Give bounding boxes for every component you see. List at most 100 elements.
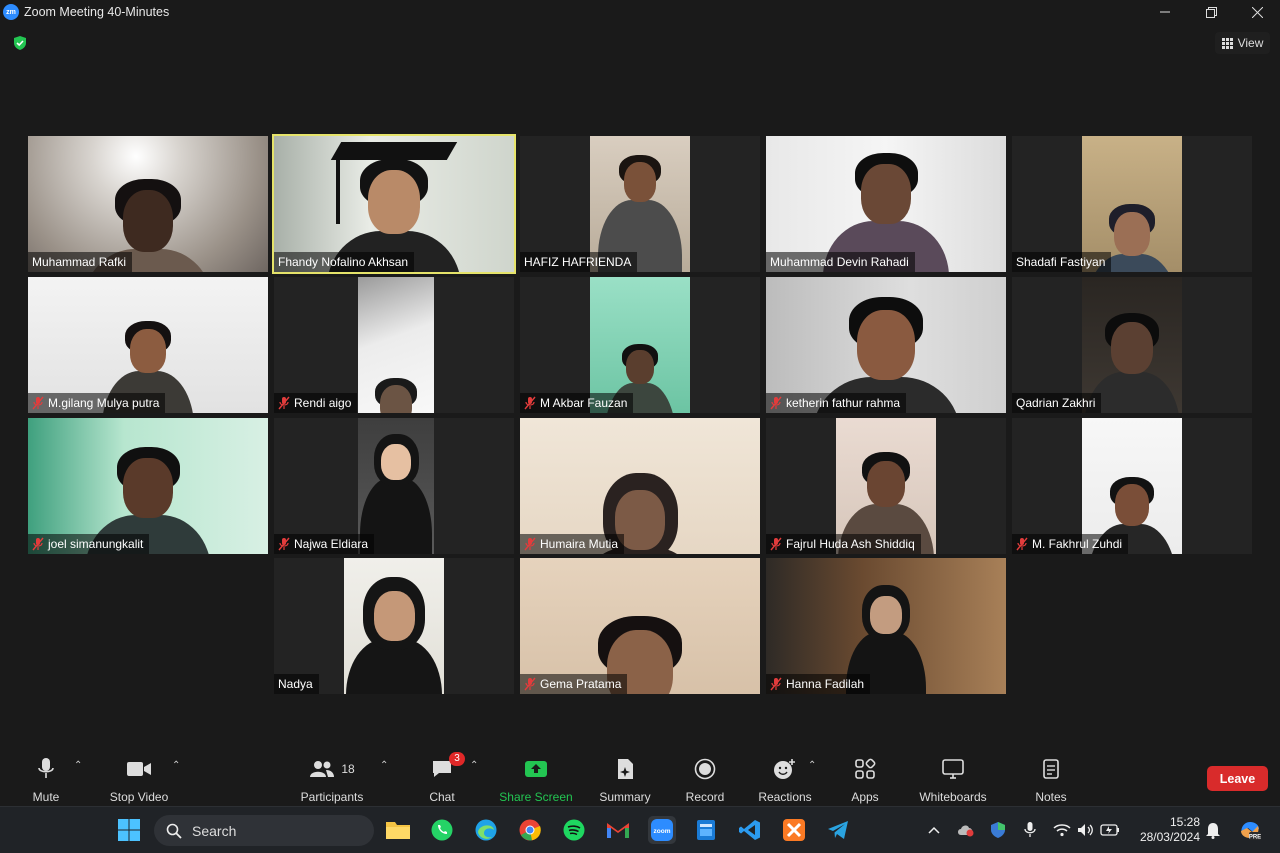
summary-icon xyxy=(618,759,633,779)
grid-view-icon xyxy=(1221,37,1233,49)
notes-button[interactable]: Notes xyxy=(1031,756,1071,804)
video-tile[interactable]: Shadafi Fastiyan xyxy=(1012,136,1252,272)
battery-tray[interactable] xyxy=(1100,820,1120,840)
participant-name: Fhandy Nofalino Akhsan xyxy=(278,255,409,269)
muted-mic-icon xyxy=(770,537,782,551)
start-button[interactable] xyxy=(115,816,143,844)
close-button[interactable] xyxy=(1234,0,1280,24)
record-button[interactable]: Record xyxy=(681,756,729,804)
restore-button[interactable] xyxy=(1188,0,1234,24)
participant-name: Qadrian Zakhri xyxy=(1016,396,1096,410)
chat-label: Chat xyxy=(429,790,455,804)
participant-name-tag: M.gilang Mulya putra xyxy=(28,393,166,413)
video-tile[interactable]: Muhammad Rafki xyxy=(28,136,268,272)
copilot-tray[interactable]: PRE xyxy=(1238,820,1262,840)
video-tile[interactable]: Najwa Eldiara xyxy=(274,418,514,554)
leave-button[interactable]: Leave xyxy=(1207,766,1268,791)
muted-mic-icon xyxy=(278,537,290,551)
chrome-app[interactable] xyxy=(516,816,544,844)
file-explorer-app[interactable] xyxy=(384,816,412,844)
video-options-caret[interactable]: ⌃ xyxy=(172,760,180,771)
spotify-app[interactable] xyxy=(560,816,588,844)
summary-label: Summary xyxy=(599,790,651,804)
participant-video xyxy=(358,277,434,413)
stop-video-button[interactable]: Stop Video xyxy=(103,756,175,804)
muted-mic-icon xyxy=(770,396,782,410)
system-clock[interactable]: 15:28 28/03/2024 xyxy=(1128,815,1200,845)
xampp-icon xyxy=(783,819,805,841)
video-tile[interactable]: Hanna Fadilah xyxy=(766,558,1006,694)
microphone-tray[interactable] xyxy=(1020,820,1040,840)
reactions-button[interactable]: Reactions xyxy=(756,756,814,804)
search-placeholder: Search xyxy=(192,822,237,839)
video-tile[interactable]: Fajrul Huda Ash Shiddiq xyxy=(766,418,1006,554)
video-tile[interactable]: Rendi aigo xyxy=(274,277,514,413)
chat-unread-badge: 3 xyxy=(449,752,465,766)
svg-text:PRE: PRE xyxy=(1249,835,1261,841)
participant-face xyxy=(861,164,911,224)
reactions-options-caret[interactable]: ⌃ xyxy=(808,760,816,771)
window-title: Zoom Meeting 40-Minutes xyxy=(24,5,170,19)
volume-tray[interactable] xyxy=(1076,820,1096,840)
whatsapp-app[interactable] xyxy=(428,816,456,844)
restore-icon xyxy=(1205,6,1217,18)
video-tile[interactable]: ketherin fathur rahma xyxy=(766,277,1006,413)
apps-button[interactable]: Apps xyxy=(845,756,885,804)
participant-name: HAFIZ HAFRIENDA xyxy=(524,255,632,269)
clock-time: 15:28 xyxy=(1169,815,1200,829)
share-screen-button[interactable]: Share Screen xyxy=(497,756,575,804)
video-tile[interactable]: Qadrian Zakhri xyxy=(1012,277,1252,413)
meeting-toolbar: Mute ⌃ Stop Video ⌃ 18 Participants ⌃ 3 xyxy=(0,748,1280,806)
share-screen-icon xyxy=(525,761,547,777)
chat-options-caret[interactable]: ⌃ xyxy=(470,760,478,771)
notes-icon xyxy=(1043,759,1059,779)
participant-name-tag: ketherin fathur rahma xyxy=(766,393,907,413)
video-tile[interactable]: Muhammad Devin Rahadi xyxy=(766,136,1006,272)
onedrive-tray[interactable] xyxy=(956,820,976,840)
security-tray[interactable] xyxy=(988,820,1008,840)
chat-button[interactable]: 3 Chat xyxy=(422,752,465,804)
vscode-app[interactable] xyxy=(736,816,764,844)
close-icon xyxy=(1251,6,1263,18)
office-app[interactable] xyxy=(692,816,720,844)
video-tile[interactable]: Nadya xyxy=(274,558,514,694)
windows-taskbar: Search zoom 15:28 28/03/2024 PRE xyxy=(0,806,1280,853)
summary-button[interactable]: Summary xyxy=(594,756,656,804)
search-icon xyxy=(166,823,182,839)
participant-face xyxy=(123,458,173,518)
mute-button[interactable]: Mute xyxy=(22,756,70,804)
muted-mic-icon xyxy=(524,537,536,551)
zoom-app[interactable]: zoom xyxy=(648,816,676,844)
security-shield-icon[interactable] xyxy=(12,35,28,51)
participant-face xyxy=(857,310,915,380)
video-tile[interactable]: HAFIZ HAFRIENDA xyxy=(520,136,760,272)
view-button[interactable]: View xyxy=(1215,32,1270,54)
participant-name-tag: Qadrian Zakhri xyxy=(1012,393,1102,413)
show-hidden-icons-caret[interactable] xyxy=(924,820,944,840)
xampp-app[interactable] xyxy=(780,816,808,844)
whiteboards-button[interactable]: Whiteboards xyxy=(913,756,993,804)
wifi-tray[interactable] xyxy=(1052,820,1072,840)
video-tile[interactable]: M. Fakhrul Zuhdi xyxy=(1012,418,1252,554)
video-tile[interactable]: joel simanungkalit xyxy=(28,418,268,554)
participants-options-caret[interactable]: ⌃ xyxy=(380,760,388,771)
participant-name-tag: HAFIZ HAFRIENDA xyxy=(520,252,638,272)
participant-name-tag: Gema Pratama xyxy=(520,674,628,694)
gmail-app[interactable] xyxy=(604,816,632,844)
participant-name-tag: Najwa Eldiara xyxy=(274,534,375,554)
mute-options-caret[interactable]: ⌃ xyxy=(74,760,82,771)
telegram-app[interactable] xyxy=(824,816,852,844)
participant-face xyxy=(379,385,413,413)
minimize-button[interactable] xyxy=(1142,0,1188,24)
video-tile[interactable]: M.gilang Mulya putra xyxy=(28,277,268,413)
whiteboard-icon xyxy=(942,759,964,779)
edge-browser-app[interactable] xyxy=(472,816,500,844)
video-tile[interactable]: Gema Pratama xyxy=(520,558,760,694)
taskbar-search-input[interactable]: Search xyxy=(154,815,374,846)
participants-button[interactable]: 18 Participants xyxy=(296,756,368,804)
video-tile[interactable]: Humaira Mutia xyxy=(520,418,760,554)
video-tile[interactable]: Fhandy Nofalino Akhsan xyxy=(272,134,516,274)
participant-name: Gema Pratama xyxy=(540,677,622,691)
notifications-tray[interactable] xyxy=(1203,820,1223,840)
video-tile[interactable]: M Akbar Fauzan xyxy=(520,277,760,413)
